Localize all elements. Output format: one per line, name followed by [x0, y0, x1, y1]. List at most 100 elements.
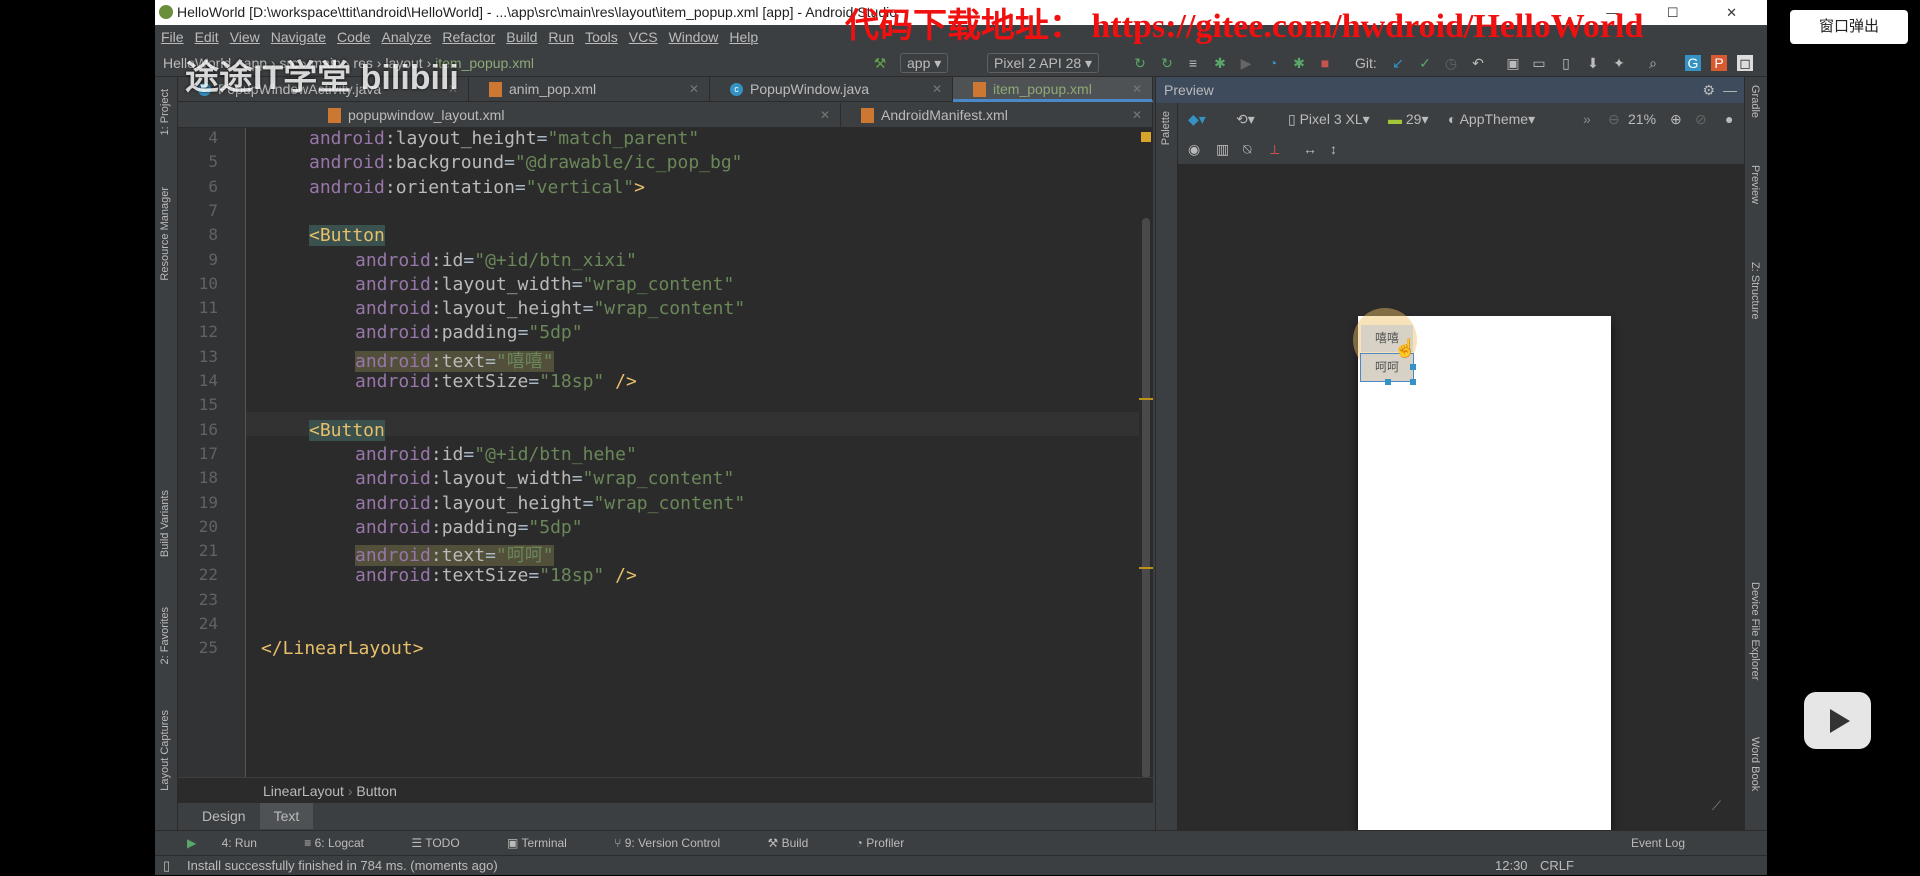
gradle-tool-button[interactable]: Gradle — [1749, 85, 1761, 118]
api-select[interactable]: ▬ 29▾ — [1388, 105, 1429, 133]
translate-icon[interactable]: G — [1685, 55, 1701, 71]
menu-tools[interactable]: Tools — [585, 29, 618, 45]
build-tool-button[interactable]: ⚒ Build — [767, 836, 830, 850]
menu-refactor[interactable]: Refactor — [442, 29, 495, 45]
user-icon[interactable]: ◻ — [1737, 55, 1753, 71]
phone-preview[interactable]: 嘻嘻 呵呵 ☝ — [1353, 308, 1611, 839]
layout-icon[interactable]: ▭ — [1531, 55, 1547, 71]
close-tab-icon[interactable]: ✕ — [689, 77, 699, 102]
code-line[interactable]: android:text="呵呵" — [355, 541, 554, 567]
code-line[interactable]: </LinearLayout> — [261, 638, 424, 659]
orientation-icon[interactable]: ⟲▾ — [1236, 105, 1255, 133]
crumb-linearlayout[interactable]: LinearLayout — [263, 783, 344, 799]
run-tool-button[interactable]: ▶ 4: Run — [187, 836, 279, 850]
code-line[interactable]: <Button — [309, 419, 385, 441]
git-history-icon[interactable]: ◷ — [1443, 55, 1459, 71]
crumb-button[interactable]: Button — [356, 783, 396, 799]
menu-run[interactable]: Run — [548, 29, 574, 45]
profile-icon[interactable]: ◔ — [1265, 55, 1281, 71]
menu-view[interactable]: View — [230, 29, 260, 45]
resource-manager-tool-button[interactable]: Resource Manager — [159, 187, 171, 281]
tab-design[interactable]: Design — [188, 803, 260, 829]
code-line[interactable]: android:layout_width="wrap_content" — [355, 274, 734, 295]
attach-icon[interactable]: ▶ — [1238, 55, 1254, 71]
menu-analyze[interactable]: Analyze — [382, 29, 432, 45]
device-file-explorer-tool-button[interactable]: Device File Explorer — [1749, 582, 1761, 680]
project-tool-button[interactable]: 1: Project — [159, 89, 171, 135]
rollback-icon[interactable]: ↶ — [1470, 55, 1486, 71]
hide-text-icon[interactable]: ⍉ — [1243, 135, 1251, 163]
menu-file[interactable]: File — [161, 29, 184, 45]
close-tab-icon[interactable]: ✕ — [1132, 103, 1142, 128]
menu-build[interactable]: Build — [506, 29, 537, 45]
code-line[interactable]: android:padding="5dp" — [355, 322, 583, 343]
sync-icon[interactable]: ≡ — [1185, 55, 1201, 71]
editor-scrollbar[interactable] — [1139, 128, 1153, 778]
apply-code-changes-icon[interactable]: ↻ — [1159, 55, 1175, 71]
resize-handle-icon[interactable]: ⟋ — [1712, 798, 1721, 814]
popout-window-button[interactable]: 窗口弹出 — [1790, 10, 1908, 44]
sdk-manager-icon[interactable]: ⬇ — [1585, 55, 1601, 71]
palette-tool-button[interactable]: Palette — [1160, 111, 1172, 145]
search-icon[interactable]: ⌕ — [1645, 55, 1661, 71]
more-icon[interactable]: » — [1583, 105, 1591, 133]
stop-icon[interactable]: ■ — [1317, 55, 1333, 71]
cursor-position[interactable]: 12:30 — [1495, 856, 1528, 876]
menu-edit[interactable]: Edit — [195, 29, 219, 45]
editor-tab[interactable]: anim_pop.xml ✕ — [469, 77, 710, 102]
git-commit-icon[interactable]: ✓ — [1417, 55, 1433, 71]
design-canvas[interactable]: 嘻嘻 呵呵 ☝ ⟋ — [1178, 164, 1745, 839]
profiler-tool-button[interactable]: ◔ Profiler — [856, 836, 927, 850]
code-line[interactable]: <Button — [309, 225, 385, 247]
todo-tool-button[interactable]: ☰ TODO — [411, 836, 481, 850]
theme-select[interactable]: ◐ AppTheme▾ — [1448, 105, 1535, 133]
line-separator[interactable]: CRLF — [1540, 856, 1574, 876]
editor-tab[interactable]: popupwindow_layout.xml ✕ — [308, 103, 841, 128]
editor-tab[interactable]: c PopupWindow.java ✕ — [710, 77, 953, 102]
play-button-icon[interactable] — [1804, 692, 1871, 749]
event-log-button[interactable]: Event Log — [1631, 831, 1685, 856]
plugin-icon[interactable]: ✦ — [1611, 55, 1627, 71]
close-tab-icon[interactable]: ✕ — [932, 77, 942, 102]
logcat-tool-button[interactable]: ≡ 6: Logcat — [304, 836, 386, 850]
debug-icon[interactable]: ✱ — [1212, 55, 1228, 71]
code-line[interactable]: android:layout_height="wrap_content" — [355, 493, 745, 514]
project-structure-icon[interactable]: ▣ — [1505, 55, 1521, 71]
code-line[interactable]: android:orientation="vertical"> — [309, 177, 645, 198]
attach-debugger-icon[interactable]: ✱ — [1291, 55, 1307, 71]
code-line[interactable]: android:text="嘻嘻" — [355, 347, 554, 373]
editor-tab[interactable]: AndroidManifest.xml ✕ — [841, 103, 1153, 128]
menu-help[interactable]: Help — [729, 29, 758, 45]
preview-tool-button[interactable]: Preview — [1749, 165, 1761, 204]
device-select[interactable]: ▯ Pixel 3 XL▾ — [1288, 105, 1370, 133]
menu-window[interactable]: Window — [669, 29, 719, 45]
design-surface-icon[interactable]: ◆▾ — [1188, 105, 1206, 133]
office-icon[interactable]: P — [1711, 55, 1727, 71]
favorites-tool-button[interactable]: 2: Favorites — [159, 607, 171, 664]
zoom-fit-icon[interactable]: ⊘ — [1695, 105, 1707, 133]
clear-constraints-icon[interactable]: ⟂ — [1270, 135, 1279, 163]
code-line[interactable]: android:padding="5dp" — [355, 517, 583, 538]
code-line[interactable]: android:textSize="18sp" /> — [355, 371, 637, 392]
editor-tab[interactable]: item_popup.xml ✕ — [953, 77, 1153, 102]
layout-captures-tool-button[interactable]: Layout Captures — [159, 710, 171, 791]
horizontal-resize-icon[interactable]: ↔ — [1303, 135, 1317, 163]
menu-code[interactable]: Code — [337, 29, 370, 45]
minimize-icon[interactable]: — — [1723, 77, 1737, 103]
version-control-tool-button[interactable]: ⑂ 9: Version Control — [614, 836, 742, 850]
code-line[interactable]: android:layout_height="wrap_content" — [355, 298, 745, 319]
code-line[interactable]: android:textSize="18sp" /> — [355, 565, 637, 586]
build-hammer-icon[interactable]: ⚒ — [872, 55, 888, 71]
warning-icon[interactable]: ● — [1725, 105, 1733, 133]
code-line[interactable]: android:layout_height="match_parent" — [309, 128, 699, 149]
terminal-tool-button[interactable]: ▣ Terminal — [507, 836, 589, 850]
code-line[interactable]: android:background="@drawable/ic_pop_bg" — [309, 152, 743, 173]
close-tab-icon[interactable]: ✕ — [820, 103, 830, 128]
code-line[interactable]: android:id="@+id/btn_hehe" — [355, 444, 637, 465]
menu-vcs[interactable]: VCS — [629, 29, 658, 45]
structure-tool-button[interactable]: Z: Structure — [1749, 262, 1761, 319]
menu-navigate[interactable]: Navigate — [271, 29, 326, 45]
columns-icon[interactable]: ▥ — [1216, 135, 1229, 163]
run-config-select[interactable]: app ▾ — [900, 53, 949, 73]
code-line[interactable]: android:layout_width="wrap_content" — [355, 468, 734, 489]
